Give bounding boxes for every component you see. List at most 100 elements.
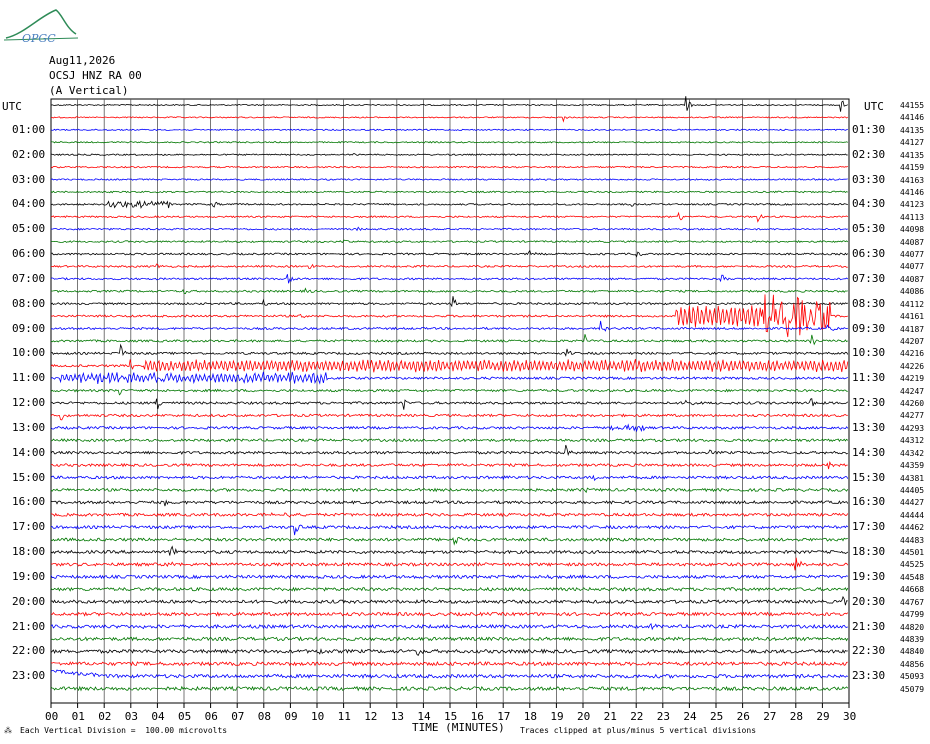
trace-count-label: 44146 (900, 113, 925, 123)
right-hour-label: 03:30 (852, 172, 886, 186)
trace-count-label: 44077 (900, 250, 925, 259)
vertical-division-note: Each Vertical Division = 100.00 microvol… (20, 726, 228, 735)
trace-count-label: 44123 (900, 200, 925, 210)
left-hour-label: 10:00 (12, 346, 46, 360)
footer-glyph: ⁂ (4, 726, 12, 735)
trace-count-label: 44113 (900, 212, 925, 222)
trace-count-label: 44087 (900, 237, 925, 247)
left-hour-label: 17:00 (12, 520, 46, 534)
seismic-trace (50, 199, 848, 209)
right-hour-label: 14:30 (852, 445, 886, 459)
x-tick-label: 03 (124, 710, 139, 723)
x-axis-label: TIME (MINUTES) (412, 721, 505, 734)
x-tick-label: 11 (337, 710, 351, 723)
seismic-trace (50, 274, 849, 284)
seismic-trace (50, 294, 848, 338)
right-hour-label: 12:30 (852, 396, 886, 409)
left-hour-label: 07:00 (12, 271, 46, 285)
trace-count-label: 44839 (900, 634, 925, 644)
trace-count-label: 44462 (900, 523, 925, 533)
trace-count-label: 44077 (900, 262, 925, 272)
right-hour-label: 20:30 (852, 594, 886, 608)
x-tick-label: 28 (789, 710, 804, 723)
right-hour-label: 15:30 (852, 470, 886, 484)
right-hour-label: 19:30 (852, 569, 886, 583)
component-label: (A Vertical) (49, 84, 129, 97)
x-tick-label: 02 (98, 710, 112, 723)
trace-count-label: 44405 (900, 485, 925, 495)
x-tick-label: 20 (577, 710, 591, 723)
right-hour-label: 08:30 (852, 296, 886, 310)
trace-count-label: 44086 (900, 287, 925, 297)
trace-count-label: 44277 (900, 411, 925, 421)
trace-count-label: 44767 (900, 597, 925, 607)
seismic-trace (50, 611, 849, 617)
right-hour-label: 17:30 (852, 520, 886, 534)
seismic-trace (50, 586, 849, 592)
x-tick-label: 13 (390, 710, 405, 723)
x-tick-label: 22 (630, 710, 644, 723)
trace-count-label: 44155 (900, 101, 925, 110)
seismic-trace (50, 474, 849, 482)
left-hour-label: 14:00 (12, 445, 46, 459)
trace-count-label: 44135 (900, 150, 925, 160)
seismic-trace (50, 487, 849, 494)
seismic-trace (50, 545, 849, 556)
seismic-trace (50, 685, 849, 692)
trace-count-label: 44127 (900, 138, 925, 148)
right-hour-label: 09:30 (852, 321, 886, 335)
trace-count-label: 44247 (900, 386, 925, 396)
seismic-trace (50, 622, 848, 631)
seismic-trace (50, 226, 848, 232)
x-tick-label: 24 (683, 710, 697, 723)
seismic-trace (50, 423, 849, 433)
logo-mark-icon: OPGC (3, 9, 79, 45)
left-axis-title: UTC (2, 100, 22, 113)
trace-count-label: 44187 (900, 324, 925, 334)
seismic-trace (50, 178, 848, 181)
seismic-trace (50, 211, 849, 223)
x-tick-label: 29 (816, 710, 830, 723)
trace-count-label: 44501 (900, 548, 925, 557)
seismic-trace (50, 371, 848, 385)
trace-count-label: 44548 (900, 572, 925, 582)
trace-count-label: 44856 (900, 659, 925, 669)
trace-count-label: 44146 (900, 187, 925, 197)
x-tick-label: 10 (311, 710, 325, 723)
x-tick-label: 07 (231, 710, 245, 723)
right-axis-title: UTC (864, 100, 884, 113)
seismic-trace (50, 413, 848, 421)
trace-count-label: 44381 (900, 473, 925, 483)
seismic-trace (50, 128, 848, 132)
trace-count-label: 44312 (900, 436, 925, 446)
seismic-trace (50, 334, 849, 346)
seismic-trace (50, 190, 848, 194)
seismic-trace (50, 249, 849, 258)
trace-count-label: 44219 (900, 374, 925, 384)
trace-count-label: 45079 (900, 684, 925, 694)
x-tick-label: 01 (71, 710, 85, 723)
right-hour-label: 18:30 (852, 545, 886, 558)
right-hour-label: 23:30 (852, 669, 886, 683)
x-tick-label: 30 (843, 710, 857, 723)
trace-count-label: 44226 (900, 361, 925, 371)
logo-text: OPGC (22, 32, 56, 44)
left-hour-label: 04:00 (12, 197, 46, 211)
right-hour-label: 02:30 (852, 147, 886, 161)
trace-count-label: 44525 (900, 560, 925, 570)
right-hour-label: 13:30 (852, 420, 886, 434)
date-label: Aug11,2026 (49, 54, 116, 67)
right-hour-label: 04:30 (852, 197, 886, 211)
right-hour-label: 10:30 (852, 346, 886, 360)
x-tick-label: 25 (710, 710, 724, 723)
trace-count-label: 44342 (900, 448, 925, 458)
trace-count-label: 44087 (900, 274, 925, 284)
left-hour-label: 09:00 (12, 321, 46, 335)
x-tick-label: 00 (45, 710, 59, 723)
trace-count-label: 44668 (900, 585, 925, 595)
left-hour-label: 21:00 (12, 619, 46, 633)
right-hour-label: 07:30 (852, 271, 886, 285)
trace-count-label: 44216 (900, 349, 925, 359)
seismic-trace (50, 636, 849, 642)
seismic-trace (50, 438, 849, 443)
